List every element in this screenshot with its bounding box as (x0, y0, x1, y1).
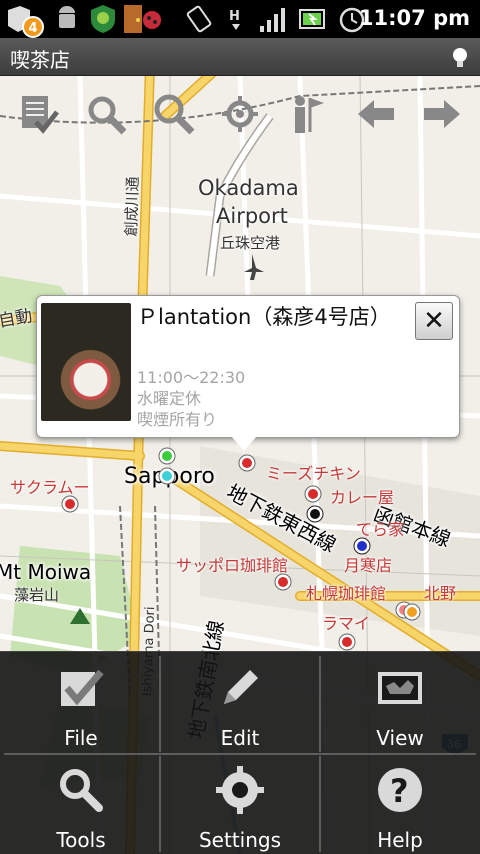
place-name: Ｐlantation（森彦4号店） (137, 305, 391, 329)
menu-item-label: Settings (198, 828, 282, 852)
map-label-sapporo-cafe2: 札幌珈琲館 (306, 584, 387, 603)
settings-gear-icon (216, 766, 264, 814)
map-label-kita: 北野 (424, 584, 457, 603)
menu-item-settings[interactable]: Settings (161, 754, 319, 854)
title-bar: 喫茶店 (0, 38, 480, 76)
security-app-icon (91, 5, 115, 33)
map-label-moiwa-jp: 藻岩山 (14, 586, 60, 604)
android-icon (59, 6, 75, 28)
map-label-sapporo: Sapporo (124, 464, 215, 489)
menu-item-label: View (376, 726, 424, 750)
menu-item-label: Help (377, 828, 423, 852)
map-label-cafe-sapporo: サッポロ珈琲館 (176, 556, 289, 575)
ladybug-app-icon (143, 11, 161, 29)
signal-h-icon: H (229, 9, 240, 30)
checkbox-file-icon (61, 669, 104, 706)
place-smoking: 喫煙所有り (137, 410, 218, 429)
close-button[interactable]: ✕ (415, 302, 453, 340)
menu-item-edit[interactable]: Edit (161, 652, 319, 753)
place-photo (41, 303, 131, 421)
signal-bars-icon (260, 8, 285, 32)
menu-item-view[interactable]: View (321, 652, 479, 753)
map-label-soseigawa: 創成川通 (121, 176, 143, 237)
pencil-edit-icon (224, 670, 258, 704)
map-label-airport: Airport (216, 204, 288, 228)
options-menu: File Edit View Tools Settings ? Help (0, 651, 480, 854)
tools-magnifier-icon (60, 769, 103, 812)
status-bar: 4 H 11:07 pm (0, 0, 480, 38)
map-label-curry: カレー屋 (330, 488, 395, 507)
battery-icon (299, 9, 325, 29)
menu-item-help[interactable]: ? Help (321, 754, 479, 854)
map-view-icon (378, 672, 422, 704)
rotation-icon (186, 5, 212, 33)
map-label-ramai: ラマイ (322, 614, 371, 633)
forward-arrow-icon[interactable] (420, 92, 464, 136)
map-label-mt-moiwa: Mt Moiwa (0, 560, 92, 584)
my-location-icon[interactable] (218, 92, 262, 136)
map-label-airport-jp: 丘珠空港 (220, 234, 281, 252)
map-label-sakura: サクラムー (10, 478, 90, 497)
svg-text:H: H (229, 9, 240, 24)
search-settings-icon[interactable] (84, 92, 128, 136)
menu-item-tools[interactable]: Tools (2, 754, 160, 854)
help-question-icon: ? (378, 768, 422, 812)
search-icon[interactable] (152, 92, 196, 136)
map-label-meezu: ミーズチキン (266, 464, 361, 483)
status-time: 11:07 pm (358, 6, 470, 30)
menu-item-label: Tools (56, 828, 106, 852)
lightbulb-icon[interactable] (450, 46, 470, 70)
menu-item-file[interactable]: File (2, 652, 160, 753)
person-flag-icon[interactable] (286, 92, 330, 136)
back-arrow-icon[interactable] (354, 92, 398, 136)
menu-item-label: Edit (220, 726, 260, 750)
notification-count-badge: 4 (22, 16, 44, 38)
map-label-tsukisamu: 月寒店 (344, 556, 393, 575)
map-label-teraya: てら家 (356, 520, 405, 539)
page-title: 喫茶店 (10, 48, 70, 72)
popup-pointer (232, 437, 256, 451)
map-label-okadama: Okadama (198, 176, 299, 200)
svg-text:?: ? (390, 772, 409, 810)
checklist-icon[interactable] (16, 92, 60, 136)
place-info-popup[interactable]: Ｐlantation（森彦4号店） 11:00～22:30 水曜定休 喫煙所有り… (36, 295, 460, 438)
menu-item-label: File (64, 726, 98, 750)
